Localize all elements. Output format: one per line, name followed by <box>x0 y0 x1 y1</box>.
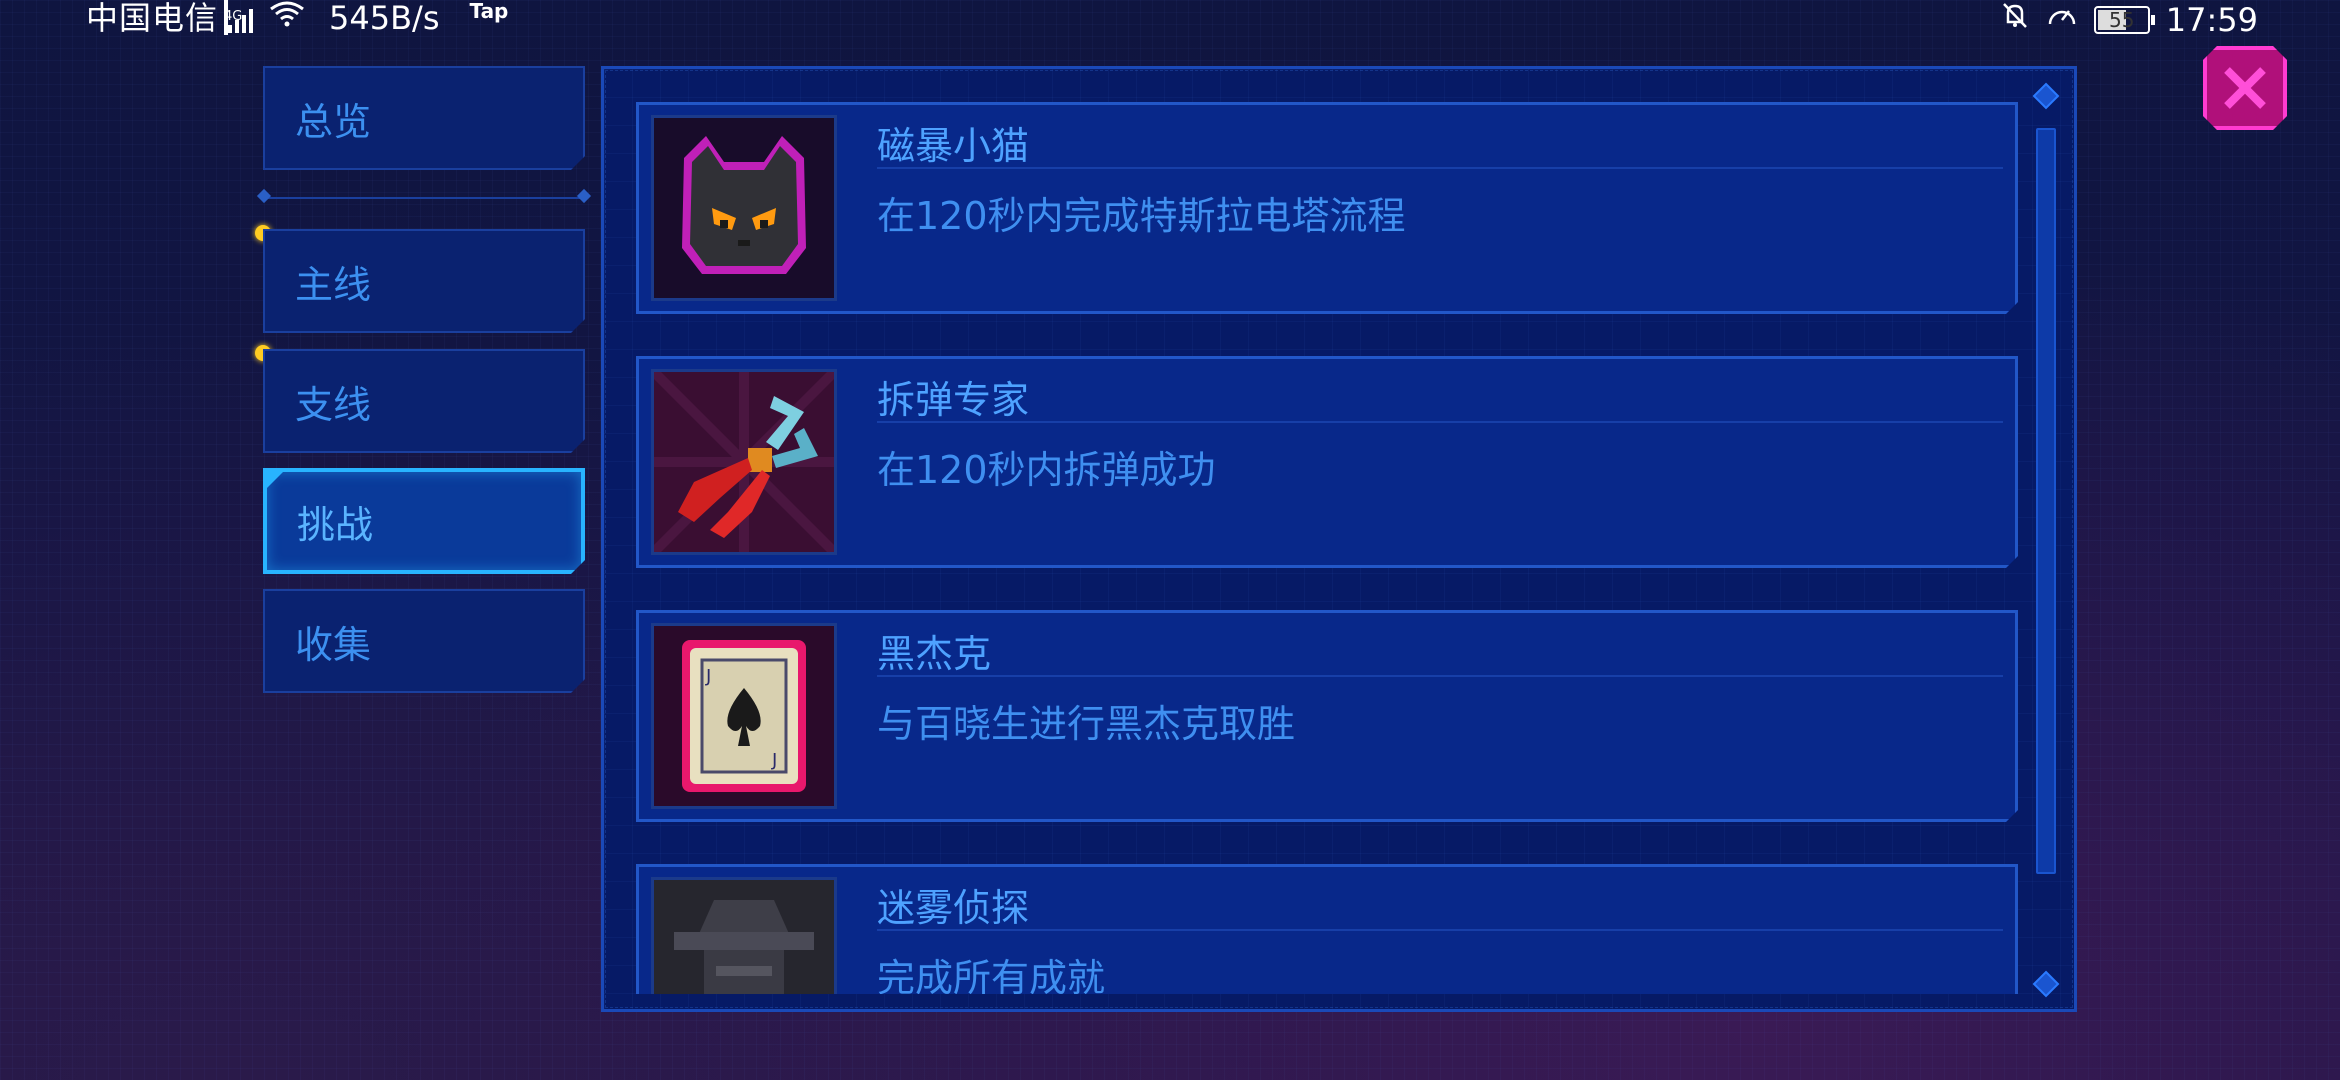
achievement-title: 磁暴小猫 <box>877 124 1030 168</box>
battery-icon: 55 <box>2093 5 2155 34</box>
achievement-title: 拆弹专家 <box>877 378 1030 422</box>
scroll-up-cap-icon[interactable] <box>2032 82 2060 110</box>
achievement-title: 黑杰克 <box>877 632 992 676</box>
scrollbar[interactable] <box>2036 128 2056 874</box>
svg-text:J: J <box>771 750 777 771</box>
network-speed: 545B/s <box>329 0 440 37</box>
clock: 17:59 <box>2165 0 2258 39</box>
achievement-description: 与百晓生进行黑杰克取胜 <box>877 702 1296 746</box>
card-divider <box>877 421 2003 423</box>
status-bar: 中国电信 4G 545B/s Tap 55 17:59 <box>0 0 2340 40</box>
detective-icon <box>651 877 837 994</box>
achievement-card[interactable]: 迷雾侦探 完成所有成就 <box>636 864 2018 994</box>
achievement-description: 在120秒内拆弹成功 <box>877 448 1216 492</box>
tab-challenge[interactable]: 挑战 <box>263 468 585 574</box>
achievement-title: 迷雾侦探 <box>877 886 1030 930</box>
achievement-card[interactable]: 拆弹专家 在120秒内拆弹成功 <box>636 356 2018 568</box>
signal-icon: 4G <box>224 0 254 35</box>
tab-side-quest[interactable]: 支线 <box>263 349 585 453</box>
pliers-icon <box>651 369 837 555</box>
tab-main-quest[interactable]: 主线 <box>263 229 585 333</box>
speedometer-icon <box>2046 0 2078 39</box>
svg-text:J: J <box>705 666 711 687</box>
tab-label: 总览 <box>295 99 372 144</box>
achievement-description: 完成所有成就 <box>877 956 1106 994</box>
achievement-description: 在120秒内完成特斯拉电塔流程 <box>877 194 1406 238</box>
wifi-icon <box>269 0 305 36</box>
achievement-card[interactable]: 磁暴小猫 在120秒内完成特斯拉电塔流程 <box>636 102 2018 314</box>
tab-overview[interactable]: 总览 <box>263 66 585 170</box>
tab-collection[interactable]: 收集 <box>263 589 585 693</box>
close-button[interactable] <box>2203 46 2287 130</box>
tab-label: 支线 <box>295 382 372 427</box>
achievement-list[interactable]: 磁暴小猫 在120秒内完成特斯拉电塔流程 拆弹专家 在120秒内拆弹成功 J J… <box>636 98 2020 994</box>
mute-icon <box>2000 0 2030 39</box>
card-divider <box>877 929 2003 931</box>
achievement-card[interactable]: J J 黑杰克 与百晓生进行黑杰克取胜 <box>636 610 2018 822</box>
cat-icon <box>651 115 837 301</box>
tab-label: 主线 <box>295 262 372 307</box>
sidebar-divider <box>263 197 585 199</box>
battery-level: 55 <box>2109 7 2135 32</box>
tab-label: 收集 <box>295 622 372 667</box>
close-icon <box>2215 58 2275 118</box>
tap-icon: Tap <box>469 0 509 23</box>
card-divider <box>877 167 2003 169</box>
tab-label: 挑战 <box>297 502 374 547</box>
card-divider <box>877 675 2003 677</box>
network-type: 4G <box>224 0 242 35</box>
playing-card-icon: J J <box>651 623 837 809</box>
scroll-down-cap-icon[interactable] <box>2032 970 2060 998</box>
carrier-label: 中国电信 <box>86 0 219 37</box>
